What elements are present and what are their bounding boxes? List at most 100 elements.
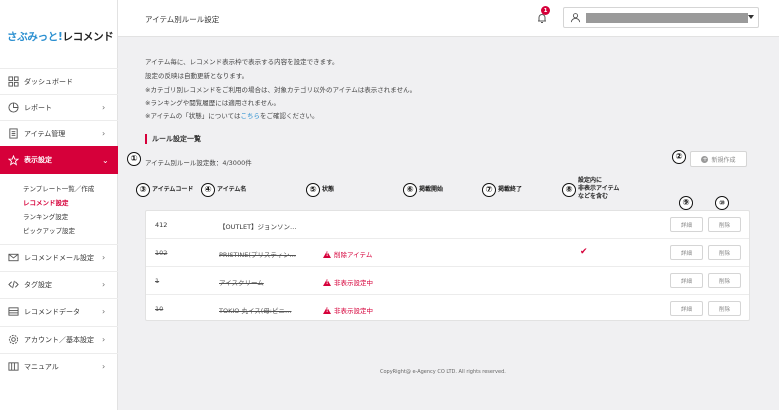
sidebar-item-recommend-mail[interactable]: レコメンドメール設定 › — [0, 244, 118, 270]
intro-line: ※カテゴリ別レコメンドをご利用の場合は、対象カテゴリ以外のアイテムは表示されませ… — [145, 86, 417, 94]
warning-icon — [323, 278, 331, 286]
app-logo[interactable]: さぶみっと!レコメンド — [7, 29, 114, 44]
plus-icon: + — [701, 155, 709, 163]
submenu-ranking-settings[interactable]: ランキング設定 — [23, 211, 68, 221]
table-row: 102 PRISTINE(プリスティン… 削除アイテム ✔ 詳細 削除 — [146, 239, 749, 267]
sidebar-item-label: マニュアル — [24, 362, 59, 371]
chevron-right-icon: › — [102, 129, 106, 138]
sidebar-item-dashboard[interactable]: ダッシュボード — [0, 68, 118, 94]
top-header: アイテム別ルール設定 1 — [118, 0, 779, 37]
chevron-right-icon: › — [102, 307, 106, 316]
sidebar: さぶみっと!レコメンド ダッシュボード レポート › アイテム管理 › 表示設定… — [0, 0, 118, 410]
item-code: 10 — [155, 305, 164, 313]
chevron-right-icon: › — [102, 253, 106, 262]
sidebar-item-label: タグ設定 — [24, 280, 52, 289]
rule-count: アイテム別ルール設定数：4/3000件 — [145, 159, 252, 167]
item-name: 【OUTLET】ジョンソン… — [219, 223, 297, 231]
sidebar-item-display-settings[interactable]: 表示設定 ⌄ — [0, 146, 118, 174]
delete-button[interactable]: 削除 — [708, 217, 741, 232]
sidebar-item-recommend-data[interactable]: レコメンドデータ › — [0, 298, 118, 324]
item-name: アイスクリーム — [219, 279, 264, 287]
sidebar-item-label: ダッシュボード — [24, 77, 73, 86]
sidebar-item-manual[interactable]: マニュアル › — [0, 353, 118, 379]
table-row: 10 TOKIO 丸イス(母:ピニ… 非表示設定中 詳細 削除 — [146, 295, 749, 323]
gear-icon — [8, 334, 19, 345]
warning-icon — [323, 250, 331, 258]
chevron-right-icon: › — [102, 280, 106, 289]
annotation-marker-1: ① — [127, 152, 141, 166]
footer-copyright: CopyRight@ e-Agency CO LTD. All rights r… — [380, 369, 506, 375]
status-badge: 非表示設定中 — [323, 305, 373, 315]
detail-button[interactable]: 詳細 — [670, 301, 703, 316]
sidebar-item-label: アカウント／基本設定 — [24, 335, 94, 344]
sidebar-item-report[interactable]: レポート › — [0, 94, 118, 120]
user-icon — [570, 13, 581, 23]
sidebar-item-label: アイテム管理 — [24, 129, 66, 138]
delete-button[interactable]: 削除 — [708, 245, 741, 260]
mail-icon — [8, 252, 19, 263]
annotation-marker-8: ⑧ — [562, 183, 576, 197]
column-header-end: 掲載終了 — [498, 186, 523, 193]
dashboard-icon — [8, 76, 19, 87]
chart-icon — [8, 102, 19, 113]
submenu-template-list[interactable]: テンプレート一覧／作成 — [23, 183, 94, 193]
chevron-down-icon: ⌄ — [102, 155, 109, 165]
status-help-link[interactable]: こちら — [240, 112, 260, 120]
code-icon — [8, 279, 19, 290]
page-title: アイテム別ルール設定 — [145, 15, 220, 24]
intro-line: ※アイテムの「状態」についてはこちらをご確認ください。 — [145, 112, 319, 120]
document-icon — [8, 128, 19, 139]
item-name: PRISTINE(プリスティン… — [219, 251, 296, 259]
detail-button[interactable]: 詳細 — [670, 245, 703, 260]
column-header-item-name: アイテム名 — [217, 186, 247, 193]
sidebar-item-label: レコメンドメール設定 — [24, 253, 94, 262]
annotation-marker-5: ⑤ — [306, 183, 320, 197]
warning-icon — [323, 306, 331, 314]
status-badge: 削除アイテム — [323, 249, 372, 259]
item-name: TOKIO 丸イス(母:ピニ… — [219, 307, 292, 315]
new-rule-button[interactable]: + 新規作成 — [690, 151, 747, 167]
annotation-marker-3: ③ — [136, 183, 150, 197]
detail-button[interactable]: 詳細 — [670, 273, 703, 288]
annotation-marker-10: ⑩ — [715, 196, 729, 210]
column-header-start: 掲載開始 — [419, 186, 444, 193]
user-menu-dropdown[interactable] — [563, 7, 759, 28]
annotation-marker-7: ⑦ — [482, 183, 496, 197]
section-title: ルール設定一覧 — [145, 134, 201, 144]
chevron-right-icon: › — [102, 362, 106, 371]
notification-badge: 1 — [541, 6, 550, 15]
delete-button[interactable]: 削除 — [708, 273, 741, 288]
sidebar-item-label: レポート — [24, 103, 52, 112]
sidebar-item-tag-settings[interactable]: タグ設定 › — [0, 271, 118, 297]
sidebar-item-label: レコメンドデータ — [24, 307, 80, 316]
item-code: 1 — [155, 277, 160, 285]
detail-button[interactable]: 詳細 — [670, 217, 703, 232]
sidebar-item-items[interactable]: アイテム管理 › — [0, 120, 118, 146]
intro-line: アイテム毎に、レコメンド表示枠で表示する内容を設定できます。 — [145, 58, 339, 66]
column-header-include-hidden: 設定内に 非表示アイテム などを含む — [578, 177, 620, 200]
table-row: 1 アイスクリーム 非表示設定中 詳細 削除 — [146, 267, 749, 295]
annotation-marker-2: ② — [672, 150, 686, 164]
book-icon — [8, 361, 19, 372]
chevron-right-icon: › — [102, 335, 106, 344]
user-name-redacted — [586, 13, 748, 23]
caret-down-icon — [748, 15, 754, 19]
intro-line: ※ランキングや閲覧履歴には適用されません。 — [145, 99, 281, 107]
check-icon: ✔ — [580, 247, 588, 257]
annotation-marker-6: ⑥ — [403, 183, 417, 197]
chevron-right-icon: › — [102, 103, 106, 112]
table-row: 412 【OUTLET】ジョンソン… 詳細 削除 — [146, 211, 749, 239]
sidebar-item-account-settings[interactable]: アカウント／基本設定 › — [0, 326, 118, 352]
submenu-pickup-settings[interactable]: ピックアップ設定 — [23, 225, 75, 235]
database-icon — [8, 306, 19, 317]
delete-button[interactable]: 削除 — [708, 301, 741, 316]
column-header-status: 状態 — [322, 186, 335, 193]
status-badge: 非表示設定中 — [323, 277, 373, 287]
annotation-marker-9: ⑨ — [679, 196, 693, 210]
annotation-marker-4: ④ — [201, 183, 215, 197]
item-code: 102 — [155, 249, 168, 257]
intro-line: 設定の反映は自動更新となります。 — [145, 72, 249, 80]
sidebar-item-label: 表示設定 — [24, 156, 52, 164]
star-icon — [8, 154, 19, 166]
submenu-recommend-settings[interactable]: レコメンド設定 — [23, 197, 69, 207]
